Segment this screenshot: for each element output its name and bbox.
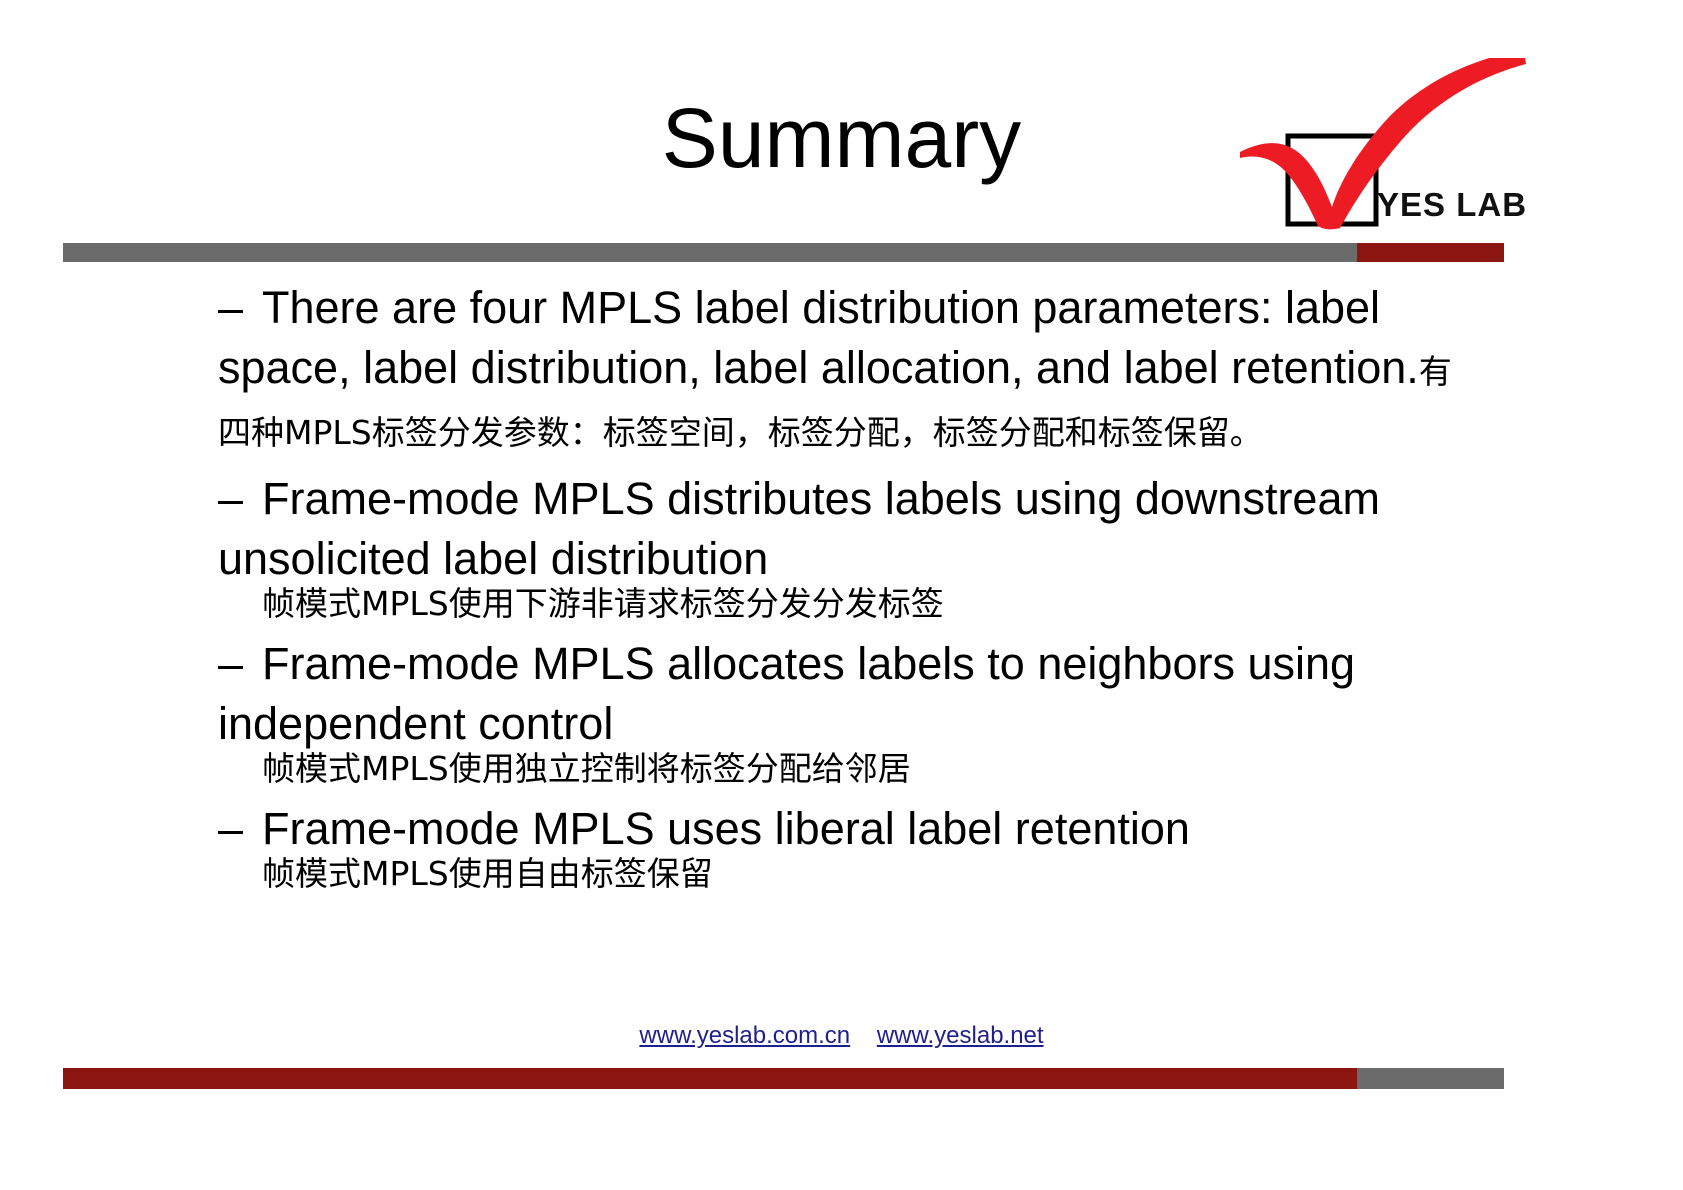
bullet-4-english: Frame-mode MPLS uses liberal label reten…	[262, 802, 1190, 854]
bullet-2-dash: –	[218, 472, 244, 524]
bullet-4-text: – Frame-mode MPLS uses liberal label rete…	[218, 803, 1190, 854]
bullet-item-1: – There are four MPLS label distribution …	[218, 278, 1478, 459]
footer-rule-grey	[1357, 1068, 1504, 1089]
bullet-2-english: Frame-mode MPLS distributes labels using…	[218, 472, 1380, 585]
bullet-4-chinese: 帧模式MPLS使用自由标签保留	[262, 853, 713, 893]
bullet-2-text: – Frame-mode MPLS distributes labels usin…	[218, 473, 1380, 584]
bullet-item-4: – Frame-mode MPLS uses liberal label rete…	[218, 799, 1478, 896]
footer-rule-red	[63, 1068, 1357, 1089]
footer-link-yeslab-net[interactable]: www.yeslab.net	[877, 1022, 1044, 1049]
bullet-list: – There are four MPLS label distribution …	[218, 278, 1478, 895]
bullet-4-dash: –	[218, 802, 244, 854]
logo-text: YES LAB	[1377, 186, 1528, 223]
header-rule-red	[1357, 243, 1504, 262]
yeslab-logo: YES LAB	[1228, 58, 1528, 238]
bullet-item-3: – Frame-mode MPLS allocates labels to nei…	[218, 634, 1478, 791]
slide-canvas: Summary YES LAB – There are four MPLS lab…	[0, 0, 1683, 1190]
header-rule-grey	[63, 243, 1357, 262]
bullet-2-chinese: 帧模式MPLS使用下游非请求标签分发分发标签	[262, 584, 944, 624]
bullet-1-english: There are four MPLS label distribution p…	[218, 282, 1419, 394]
bullet-3-chinese: 帧模式MPLS使用独立控制将标签分配给邻居	[262, 749, 911, 789]
footer-links: www.yeslab.com.cn www.yeslab.net	[0, 1022, 1683, 1050]
bullet-3-text: – Frame-mode MPLS allocates labels to nei…	[218, 638, 1355, 749]
bullet-1-text: – There are four MPLS label distribution …	[218, 282, 1452, 454]
bullet-3-english: Frame-mode MPLS allocates labels to neig…	[218, 637, 1356, 750]
bullet-1-dash: –	[218, 282, 244, 333]
footer-link-yeslab-com-cn[interactable]: www.yeslab.com.cn	[639, 1022, 850, 1049]
bullet-item-2: – Frame-mode MPLS distributes labels usin…	[218, 469, 1478, 626]
bullet-3-dash: –	[218, 637, 244, 689]
